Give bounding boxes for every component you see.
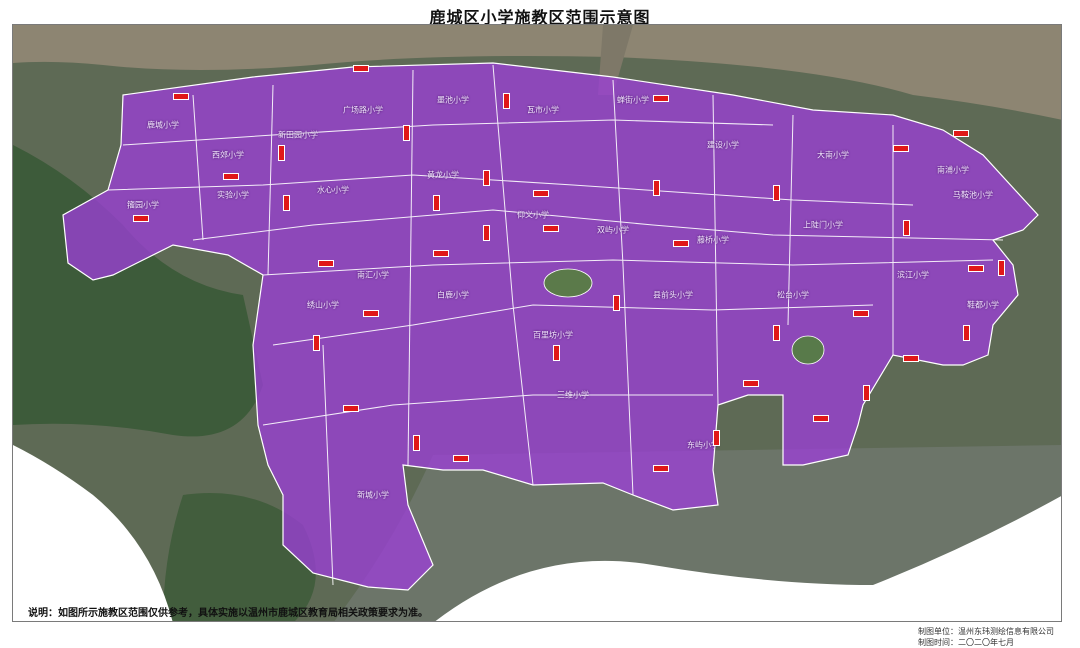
map-note: 说明：如图所示施教区范围仅供参考，具体实施以温州市鹿城区教育局相关政策要求为准。 [28, 608, 428, 619]
road-tag [313, 335, 320, 351]
credit-date: 制图时间：二〇二〇年七月 [918, 638, 1014, 647]
road-tag [673, 240, 689, 247]
school-label[interactable]: 籀园小学 [127, 200, 159, 211]
road-tag [453, 455, 469, 462]
school-label[interactable]: 鞋都小学 [967, 300, 999, 311]
road-tag [173, 93, 189, 100]
road-tag [533, 190, 549, 197]
school-label[interactable]: 双屿小学 [597, 225, 629, 236]
school-label[interactable]: 南浦小学 [937, 165, 969, 176]
road-tag [403, 125, 410, 141]
road-tag [278, 145, 285, 161]
school-label[interactable]: 广场路小学 [343, 105, 383, 116]
school-label[interactable]: 瓦市小学 [527, 105, 559, 116]
school-label[interactable]: 水心小学 [317, 185, 349, 196]
road-tag [483, 225, 490, 241]
road-tag [343, 405, 359, 412]
road-tag [653, 465, 669, 472]
school-label[interactable]: 三维小学 [557, 390, 589, 401]
road-tag [963, 325, 970, 341]
road-tag [223, 173, 239, 180]
road-tag [553, 345, 560, 361]
map-frame[interactable]: 鹿城小学西郊小学 新田园小学 广场路小学 墨池小学瓦市小学 蝉街小学建设小学大南小学南浦… [12, 24, 1062, 622]
road-tag [773, 325, 780, 341]
school-label[interactable]: 松台小学 [777, 290, 809, 301]
stadium [543, 268, 593, 298]
road-tag [483, 170, 490, 186]
school-label[interactable]: 建设小学 [707, 140, 739, 151]
map-credits: 制图单位：温州东玮测绘信息有限公司 制图时间：二〇二〇年七月 [918, 626, 1054, 648]
road-tag [133, 215, 149, 222]
road-tag [653, 95, 669, 102]
road-tag [363, 310, 379, 317]
road-tag [998, 260, 1005, 276]
school-label[interactable]: 新城小学 [357, 490, 389, 501]
school-label[interactable]: 墨池小学 [437, 95, 469, 106]
school-label[interactable]: 西郊小学 [212, 150, 244, 161]
park-east [791, 335, 825, 365]
road-tag [903, 355, 919, 362]
road-tag [318, 260, 334, 267]
road-tag [953, 130, 969, 137]
road-tag [283, 195, 290, 211]
road-tag [713, 430, 720, 446]
road-tag [613, 295, 620, 311]
road-tag [813, 415, 829, 422]
credit-maker: 制图单位：温州东玮测绘信息有限公司 [918, 627, 1054, 636]
road-tag [968, 265, 984, 272]
school-label[interactable]: 仰义小学 [517, 210, 549, 221]
road-tag [893, 145, 909, 152]
school-label[interactable]: 滨江小学 [897, 270, 929, 281]
school-label[interactable]: 藤桥小学 [697, 235, 729, 246]
school-label[interactable]: 南汇小学 [357, 270, 389, 281]
road-tag [353, 65, 369, 72]
road-tag [433, 195, 440, 211]
school-label[interactable]: 上陡门小学 [803, 220, 843, 231]
school-label[interactable]: 马鞍池小学 [953, 190, 993, 201]
school-label[interactable]: 蝉街小学 [617, 95, 649, 106]
school-label[interactable]: 百里坊小学 [533, 330, 573, 341]
school-label[interactable]: 县前头小学 [653, 290, 693, 301]
road-tag [743, 380, 759, 387]
school-label[interactable]: 白鹿小学 [437, 290, 469, 301]
road-tag [903, 220, 910, 236]
road-tag [653, 180, 660, 196]
road-tag [543, 225, 559, 232]
road-tag [863, 385, 870, 401]
school-label[interactable]: 鹿城小学 [147, 120, 179, 131]
school-label[interactable]: 绣山小学 [307, 300, 339, 311]
road-tag [413, 435, 420, 451]
road-tag [503, 93, 510, 109]
road-tag [433, 250, 449, 257]
road-tag [773, 185, 780, 201]
school-label[interactable]: 黄龙小学 [427, 170, 459, 181]
school-label[interactable]: 新田园小学 [278, 130, 318, 141]
school-label[interactable]: 实验小学 [217, 190, 249, 201]
school-label[interactable]: 大南小学 [817, 150, 849, 161]
road-tag [853, 310, 869, 317]
